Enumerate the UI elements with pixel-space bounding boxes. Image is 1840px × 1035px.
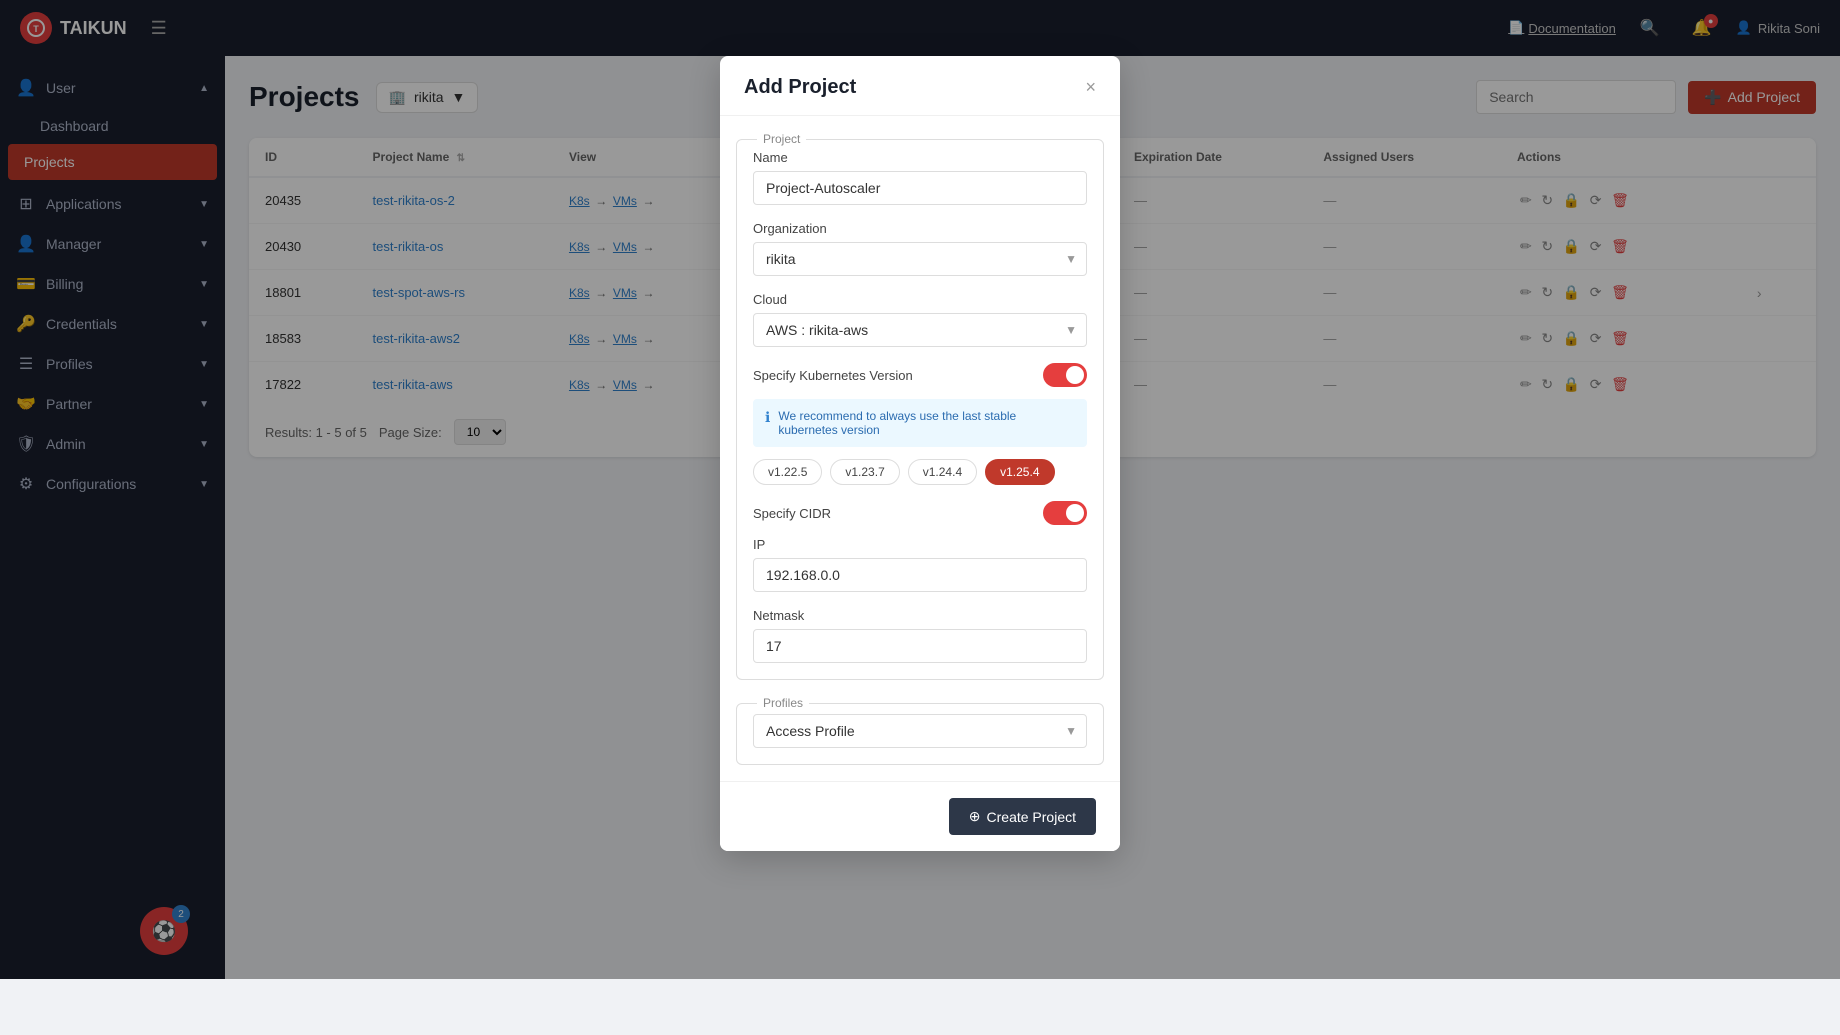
netmask-field-group: Netmask [753,608,1087,663]
modal-close-button[interactable]: × [1085,77,1096,98]
profiles-section-label: Profiles [757,696,809,710]
cidr-label: Specify CIDR [753,506,831,521]
profiles-fieldset: Profiles Access Profile ▼ [736,696,1104,765]
org-select[interactable]: rikita [753,242,1087,276]
cloud-select-wrapper: AWS : rikita-aws ▼ [753,313,1087,347]
version-btn-2[interactable]: v1.23.7 [830,459,899,485]
k8s-info-text: We recommend to always use the last stab… [778,409,1075,437]
add-project-modal: Add Project × Project Name Organization … [720,56,1120,851]
netmask-input[interactable] [753,629,1087,663]
ip-label: IP [753,537,1087,552]
project-section-label: Project [757,132,806,146]
k8s-version-toggle-row: Specify Kubernetes Version [753,363,1087,387]
org-label: Organization [753,221,1087,236]
ip-input[interactable] [753,558,1087,592]
cidr-toggle-row: Specify CIDR [753,501,1087,525]
k8s-version-buttons: v1.22.5 v1.23.7 v1.24.4 v1.25.4 [753,459,1087,485]
access-profile-select[interactable]: Access Profile [753,714,1087,748]
create-plus-icon: ⊕ [969,808,981,825]
org-select-wrapper: rikita ▼ [753,242,1087,276]
version-btn-4[interactable]: v1.25.4 [985,459,1054,485]
modal-title: Add Project [744,76,856,99]
ip-field-group: IP [753,537,1087,592]
modal-body: Project Name Organization rikita ▼ Cloud [720,116,1120,781]
org-field-group: Organization rikita ▼ [753,221,1087,276]
name-input[interactable] [753,171,1087,205]
k8s-version-toggle[interactable] [1043,363,1087,387]
name-field-group: Name [753,150,1087,205]
cidr-toggle[interactable] [1043,501,1087,525]
access-profile-wrapper: Access Profile ▼ [753,714,1087,748]
version-btn-3[interactable]: v1.24.4 [908,459,977,485]
modal-header: Add Project × [720,56,1120,116]
cloud-select[interactable]: AWS : rikita-aws [753,313,1087,347]
info-icon: ℹ [765,409,770,426]
version-btn-1[interactable]: v1.22.5 [753,459,822,485]
k8s-info-box: ℹ We recommend to always use the last st… [753,399,1087,447]
access-profile-group: Access Profile ▼ [753,714,1087,748]
cloud-field-group: Cloud AWS : rikita-aws ▼ [753,292,1087,347]
cloud-label: Cloud [753,292,1087,307]
create-project-button[interactable]: ⊕ Create Project [949,798,1096,835]
name-label: Name [753,150,1087,165]
k8s-version-label: Specify Kubernetes Version [753,368,913,383]
netmask-label: Netmask [753,608,1087,623]
project-fieldset: Project Name Organization rikita ▼ Cloud [736,132,1104,680]
modal-footer: ⊕ Create Project [720,781,1120,851]
